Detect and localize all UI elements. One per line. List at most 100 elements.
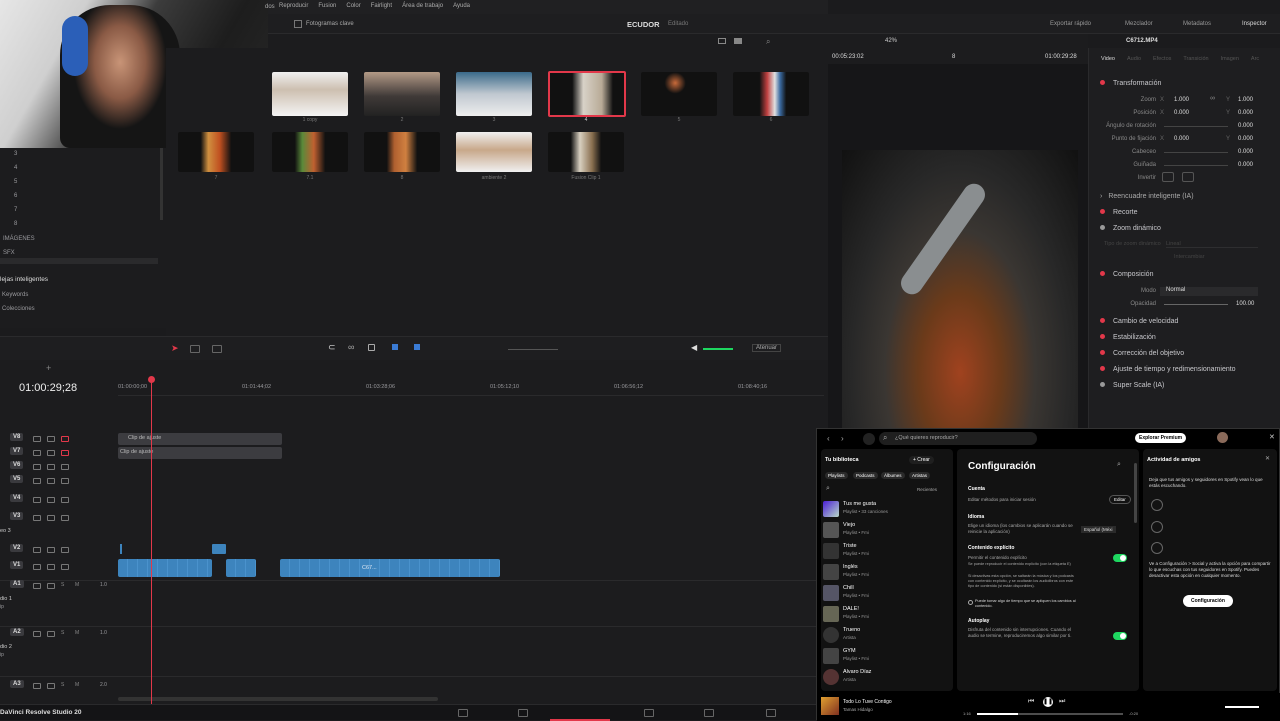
marker-icon[interactable] [414, 344, 420, 350]
library-item[interactable]: Triste Playlist • Fmi [823, 541, 951, 561]
clip-thumbnail[interactable] [456, 132, 532, 172]
section-super-scale[interactable]: Super Scale (IA) [1100, 382, 1164, 389]
playhead[interactable] [151, 377, 152, 704]
timeline-clip-v1[interactable] [226, 559, 256, 577]
section-retime-scaling[interactable]: Ajuste de tiempo y redimensionamiento [1100, 366, 1236, 373]
anchor-x-field[interactable]: 0.000 [1174, 136, 1189, 142]
opacity-slider[interactable] [1164, 304, 1228, 305]
pause-icon[interactable]: ❚❚ [1043, 697, 1053, 707]
zoom-y-field[interactable]: 1.000 [1238, 97, 1253, 103]
yaw-slider[interactable] [1164, 165, 1228, 166]
clip-thumbnail[interactable] [733, 72, 809, 116]
track-header-v8[interactable]: V8 [0, 433, 118, 447]
trim-tool-icon[interactable] [190, 345, 200, 353]
section-composite[interactable]: Composición [1100, 271, 1153, 278]
timeline-scrollbar[interactable] [118, 697, 438, 701]
menu-item-fusion[interactable]: Fusion [313, 3, 341, 9]
zoom-x-field[interactable]: 1.000 [1174, 97, 1189, 103]
viewer-canvas[interactable] [828, 64, 1088, 428]
adjustment-clip-v8[interactable]: Clip de ajuste [118, 433, 282, 445]
section-smart-reframe[interactable]: › Reencuadre inteligente (IA) [1100, 193, 1194, 200]
timeline-clip-v2-marker[interactable] [120, 544, 122, 554]
recent-sort[interactable]: Recientes [917, 487, 937, 492]
now-playing-cover[interactable] [821, 697, 839, 715]
library-item[interactable]: Inglés Playlist • Fmi [823, 562, 951, 582]
link-icon[interactable]: ∞ [1210, 95, 1215, 102]
yaw-field[interactable]: 0.000 [1238, 162, 1253, 168]
add-track-icon[interactable]: + [46, 363, 51, 373]
filter-chip-playlists[interactable]: Playlists [825, 472, 848, 479]
inspector-tab-transition[interactable]: Transición [1183, 56, 1208, 62]
track-header-v7[interactable]: V7 [0, 447, 118, 461]
selection-tool-icon[interactable]: ➤ [171, 343, 179, 354]
page-edit-icon[interactable] [550, 705, 610, 721]
library-title[interactable]: Tu biblioteca [825, 457, 859, 463]
filter-chip-artists[interactable]: Artistas [909, 472, 931, 479]
keyframes-label[interactable]: Fotogramas clave [306, 21, 354, 27]
dim-button[interactable]: Atenuar [752, 344, 782, 352]
library-search-icon[interactable]: ⌕ [826, 485, 830, 493]
clip-thumbnail[interactable] [364, 72, 440, 116]
bin-item[interactable]: 8 [14, 221, 17, 227]
volume-icon[interactable]: ◀ [691, 343, 697, 352]
now-playing-artist[interactable]: Tamas Hidalgo [843, 707, 873, 712]
track-header-v2[interactable]: V2 [0, 544, 118, 558]
list-view-icon[interactable] [718, 38, 726, 44]
close-icon[interactable]: ✕ [1269, 433, 1275, 441]
snapping-icon[interactable]: ⊂ [328, 342, 336, 353]
library-item[interactable]: Viejo Playlist • Fmi [823, 520, 951, 540]
close-icon[interactable]: ✕ [1265, 455, 1270, 462]
inspector-tab-effects[interactable]: Efectos [1153, 56, 1171, 62]
pitch-slider[interactable] [1164, 152, 1228, 153]
section-speed-change[interactable]: Cambio de velocidad [1100, 318, 1178, 325]
page-fairlight-icon[interactable] [766, 709, 776, 717]
section-transform[interactable]: Transformación [1100, 80, 1161, 87]
search-icon[interactable]: ⌕ [766, 37, 770, 47]
search-bar[interactable]: ⌕ ¿Qué quieres reproducir? [879, 432, 1037, 445]
inspector-tab-file[interactable]: Arc [1251, 56, 1259, 62]
explicit-toggle[interactable] [1113, 554, 1127, 562]
track-header-v4[interactable]: V4 [0, 494, 118, 508]
clip-thumbnail[interactable] [364, 132, 440, 172]
position-y-field[interactable]: 0.000 [1238, 110, 1253, 116]
anchor-y-field[interactable]: 0.000 [1238, 136, 1253, 142]
forward-icon[interactable]: › [841, 434, 844, 443]
library-item[interactable]: Chill Playlist • Fmi [823, 583, 951, 603]
edit-account-button[interactable]: Editar [1109, 495, 1131, 504]
position-x-field[interactable]: 0.000 [1174, 110, 1189, 116]
grid-view-icon[interactable] [734, 38, 742, 44]
page-fusion-icon[interactable] [644, 709, 654, 717]
track-header-v1[interactable]: V1 [0, 561, 118, 575]
clip-thumbnail[interactable] [272, 72, 348, 116]
settings-search-icon[interactable]: ⌕ [1117, 461, 1121, 469]
bin-item-imagenes[interactable]: IMÁGENES [3, 236, 35, 242]
clip-thumbnail[interactable] [456, 72, 532, 116]
track-header-v6[interactable]: V6 [0, 461, 118, 475]
filter-chip-podcasts[interactable]: Podcasts [853, 472, 878, 479]
bin-item-sfx[interactable]: SFX [3, 250, 15, 256]
composite-mode-select[interactable]: Normal [1160, 287, 1258, 296]
blade-tool-icon[interactable] [212, 345, 222, 353]
metadata-button[interactable]: Metadatos [1183, 21, 1211, 27]
keyframes-icon[interactable] [294, 20, 302, 28]
bin-item[interactable]: 4 [14, 165, 17, 171]
timeline-clip-v2[interactable] [212, 544, 226, 554]
bin-item[interactable]: 3 [14, 151, 17, 157]
clip-thumbnail[interactable] [272, 132, 348, 172]
premium-button[interactable]: Explorar Premium [1135, 433, 1187, 443]
page-color-icon[interactable] [704, 709, 714, 717]
dynamic-zoom-swap-button[interactable]: Intercambiar [1174, 254, 1205, 260]
timeline-clip-v1[interactable]: C67... [280, 559, 500, 577]
section-crop[interactable]: Recorte [1100, 209, 1138, 216]
flip-horizontal-icon[interactable] [1162, 172, 1174, 182]
section-dynamic-zoom[interactable]: Zoom dinámico [1100, 225, 1161, 232]
filter-chip-albums[interactable]: Álbumes [881, 472, 905, 479]
scrollbar[interactable] [160, 148, 163, 220]
inspector-tab-video[interactable]: Video [1101, 56, 1115, 62]
section-lens-correction[interactable]: Corrección del objetivo [1100, 350, 1184, 357]
section-stabilization[interactable]: Estabilización [1100, 334, 1156, 341]
scrollbar[interactable] [0, 258, 158, 264]
adjustment-clip-v7[interactable]: Clip de ajuste [118, 447, 282, 459]
page-cut-icon[interactable] [518, 709, 528, 717]
lock-icon[interactable] [368, 344, 375, 351]
